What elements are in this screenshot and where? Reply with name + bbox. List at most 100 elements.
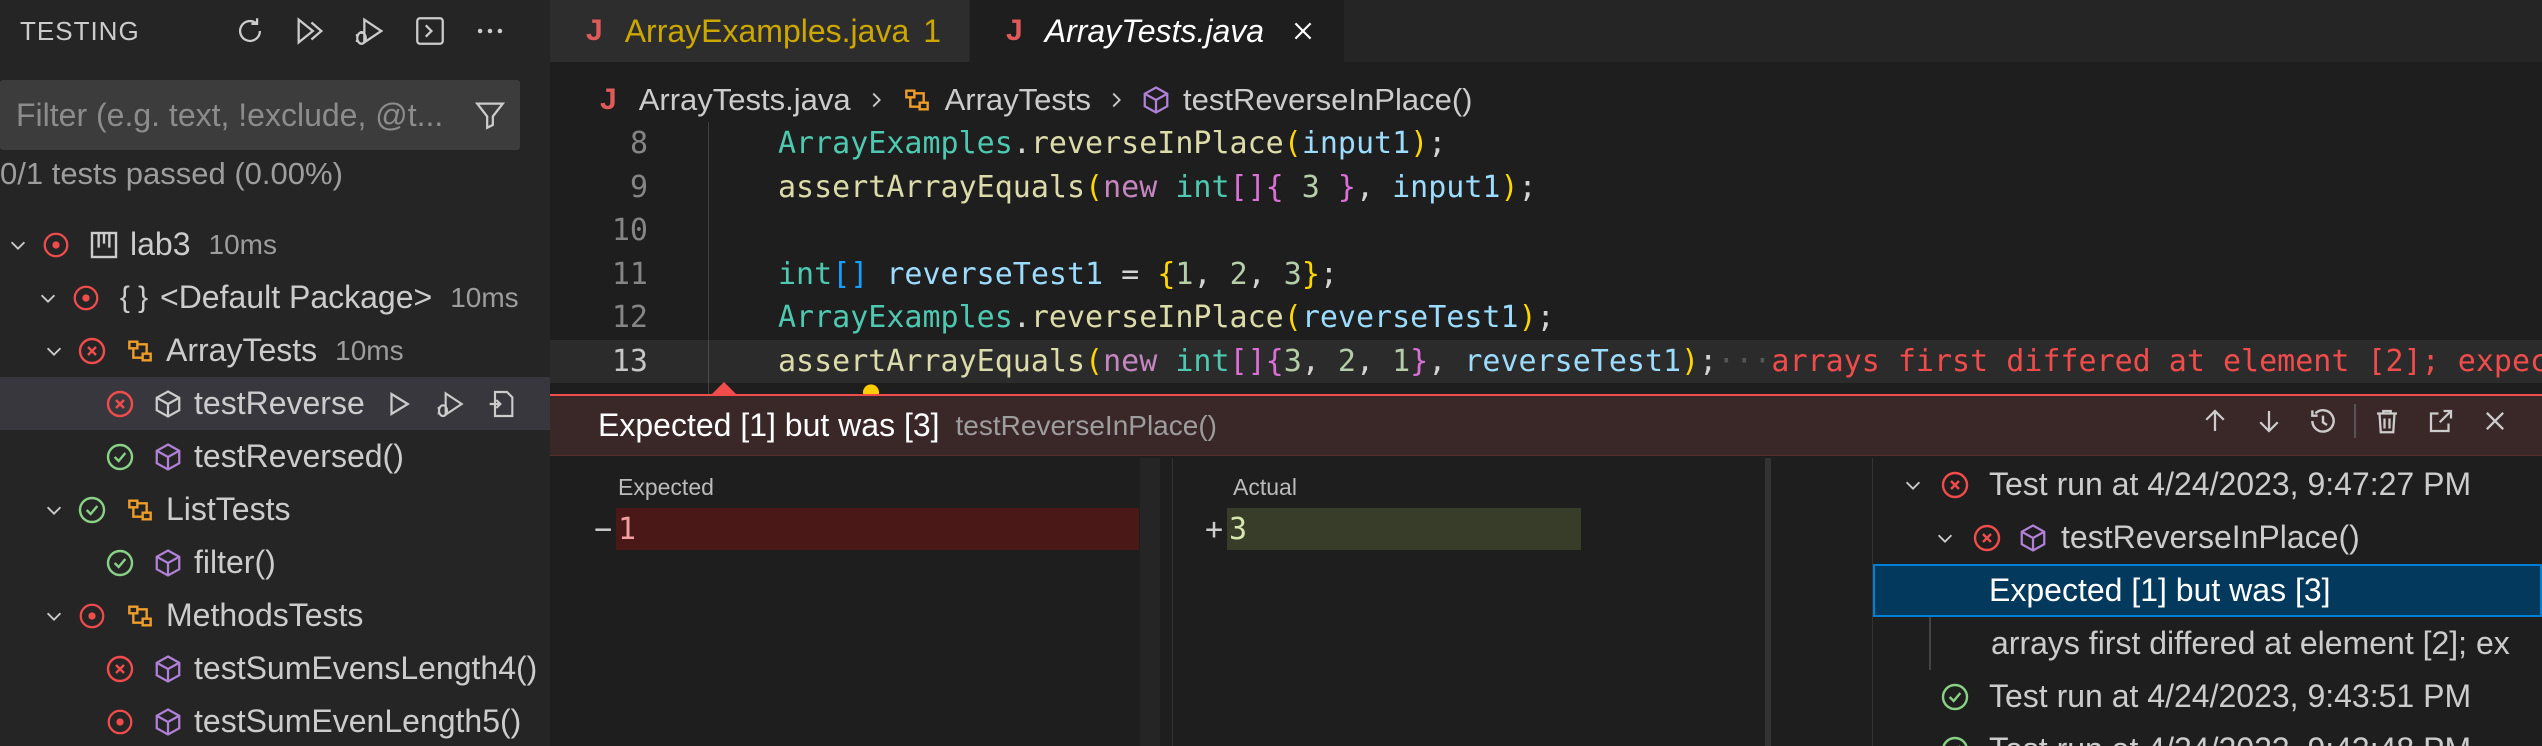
code-line[interactable]: 11 int[] reverseTest1 = {1, 2, 3};: [550, 253, 2542, 297]
chevron-down-icon[interactable]: [1891, 474, 1935, 496]
history-run-item[interactable]: Test run at 4/24/2023, 9:43:51 PM: [1873, 670, 2542, 723]
test-filter-input[interactable]: [0, 96, 460, 134]
tree-item-lab3[interactable]: lab3 10ms: [0, 218, 550, 271]
method-cube-icon: [148, 702, 188, 742]
chevron-down-icon[interactable]: [36, 605, 72, 627]
go-to-test-button[interactable]: [477, 388, 529, 420]
tree-item-testreversed[interactable]: testReversed(): [0, 430, 550, 483]
diff-divider: [1765, 458, 1771, 746]
refresh-tests-button[interactable]: [220, 6, 280, 56]
tree-item-label: <Default Package>: [160, 279, 433, 315]
code-line[interactable]: 10: [550, 209, 2542, 253]
chevron-down-icon[interactable]: [36, 499, 72, 521]
diff-actual-pane[interactable]: Actual + 3: [1172, 458, 1800, 746]
more-actions-button[interactable]: [460, 6, 520, 56]
history-label: Test run at 4/24/2023, 9:43:48 PM: [1989, 731, 2471, 746]
history-button[interactable]: [2296, 405, 2350, 437]
row-actions: [373, 388, 529, 420]
inline-error-message: arrays first differed at element [2]; ex…: [1771, 343, 2542, 379]
clear-results-button[interactable]: [2360, 406, 2414, 436]
actual-value: 3: [1227, 508, 1581, 550]
editor-area: J ArrayExamples.java 1 J ArrayTests.java…: [550, 0, 2542, 746]
code-text: ArrayExamples.reverseInPlace(reverseTest…: [778, 300, 1555, 336]
tree-item-label: lab3: [130, 226, 191, 262]
previous-failure-button[interactable]: [2188, 406, 2242, 436]
test-run-history: Test run at 4/24/2023, 9:47:27 PM testRe…: [1872, 458, 2542, 746]
tree-item-label: ListTests: [166, 491, 291, 527]
java-file-icon: J: [600, 83, 617, 116]
history-label: Test run at 4/24/2023, 9:43:51 PM: [1989, 678, 2472, 714]
code-editor[interactable]: 8 ArrayExamples.reverseInPlace(input1); …: [550, 122, 2542, 405]
tree-item-testsumevenlength5[interactable]: testSumEvenLength5(): [0, 695, 550, 746]
passed-check-icon: [1935, 681, 1975, 713]
debug-all-tests-button[interactable]: [340, 6, 400, 56]
expected-line: − 1: [594, 508, 1139, 550]
failed-dot-icon: [36, 225, 76, 265]
debug-all-icon: [355, 17, 384, 45]
code-line[interactable]: 12 ArrayExamples.reverseInPlace(reverseT…: [550, 296, 2542, 340]
diff-scrollbar[interactable]: [1140, 458, 1160, 746]
tree-item-filter[interactable]: filter(): [0, 536, 550, 589]
debug-test-button[interactable]: [425, 388, 477, 420]
history-message-item[interactable]: arrays first differed at element [2]; ex: [1929, 617, 2542, 670]
actual-line: + 3: [1205, 508, 1581, 550]
failed-x-icon: [100, 384, 140, 424]
tab-arraytests[interactable]: J ArrayTests.java: [970, 0, 1346, 62]
next-failure-button[interactable]: [2242, 406, 2296, 436]
method-cube-icon: [148, 437, 188, 477]
expected-label: Expected: [618, 474, 714, 500]
tree-item-listtests[interactable]: ListTests: [0, 483, 550, 536]
tree-item-methodstests[interactable]: MethodsTests: [0, 589, 550, 642]
run-all-icon: [297, 17, 324, 45]
history-test-item[interactable]: testReverseInPlace(): [1873, 511, 2542, 564]
minus-sign: −: [594, 511, 613, 547]
tree-item-label: testReversed(): [194, 438, 404, 474]
open-in-editor-button[interactable]: [2414, 406, 2468, 436]
run-test-button[interactable]: [373, 389, 425, 419]
breadcrumb-class[interactable]: ArrayTests: [945, 82, 1091, 118]
toolbar-separator: [2354, 404, 2356, 438]
close-peek-button[interactable]: [2468, 407, 2522, 435]
close-icon: [2486, 412, 2504, 430]
passed-check-icon: [1935, 734, 1975, 746]
history-run-item[interactable]: Test run at 4/24/2023, 9:43:48 PM: [1873, 723, 2542, 746]
tab-arrayexamples[interactable]: J ArrayExamples.java 1: [550, 0, 971, 62]
close-icon: [1294, 22, 1312, 40]
failed-dot-icon: [100, 702, 140, 742]
class-icon: [120, 490, 160, 530]
history-label: arrays first differed at element [2]; ex: [1991, 625, 2510, 661]
chevron-down-icon[interactable]: [30, 287, 66, 309]
terminal-icon: [416, 17, 444, 45]
sidebar-title: TESTING: [20, 15, 140, 46]
line-number: 13: [611, 343, 648, 379]
close-tab-button[interactable]: [1290, 18, 1316, 44]
breadcrumb-method[interactable]: testReverseInPlace(): [1183, 82, 1472, 118]
run-all-tests-button[interactable]: [280, 6, 340, 56]
chevron-down-icon[interactable]: [1923, 527, 1967, 549]
history-message-item-selected[interactable]: Expected [1] but was [3]: [1873, 564, 2542, 617]
tree-item-testsumevenslength4[interactable]: testSumEvensLength4(): [0, 642, 550, 695]
method-cube-icon: [148, 649, 188, 689]
code-line-current[interactable]: 13 assertArrayEquals(new int[]{3, 2, 1},…: [550, 339, 2542, 405]
tree-item-label: testSumEvensLength4(): [194, 650, 538, 686]
failed-x-icon: [1935, 469, 1975, 501]
show-output-button[interactable]: [400, 6, 460, 56]
code-line[interactable]: 8 ArrayExamples.reverseInPlace(input1);: [550, 122, 2542, 166]
code-text: int[] reverseTest1 = {1, 2, 3};: [778, 256, 1338, 292]
testing-sidebar: TESTING 0/1 tests passed (0.00%) lab3: [0, 0, 550, 746]
tree-item-arraytests[interactable]: ArrayTests 10ms: [0, 324, 550, 377]
code-line[interactable]: 9 assertArrayEquals(new int[]{ 3 }, inpu…: [550, 166, 2542, 210]
passed-check-icon: [100, 437, 140, 477]
tree-item-default-package[interactable]: { } <Default Package> 10ms: [0, 271, 550, 324]
tree-item-testreverse[interactable]: testReverse: [0, 377, 550, 430]
history-label: Expected [1] but was [3]: [1989, 572, 2331, 608]
chevron-down-icon[interactable]: [0, 234, 36, 256]
chevron-down-icon[interactable]: [36, 340, 72, 362]
class-icon: [901, 84, 933, 116]
diff-expected-pane[interactable]: Expected − 1: [550, 458, 1172, 746]
breadcrumb-file[interactable]: ArrayTests.java: [639, 82, 851, 118]
failed-x-icon: [1967, 522, 2007, 554]
history-run-item[interactable]: Test run at 4/24/2023, 9:47:27 PM: [1873, 458, 2542, 511]
chevron-right-icon: [1105, 89, 1127, 111]
filter-button[interactable]: [460, 98, 520, 132]
